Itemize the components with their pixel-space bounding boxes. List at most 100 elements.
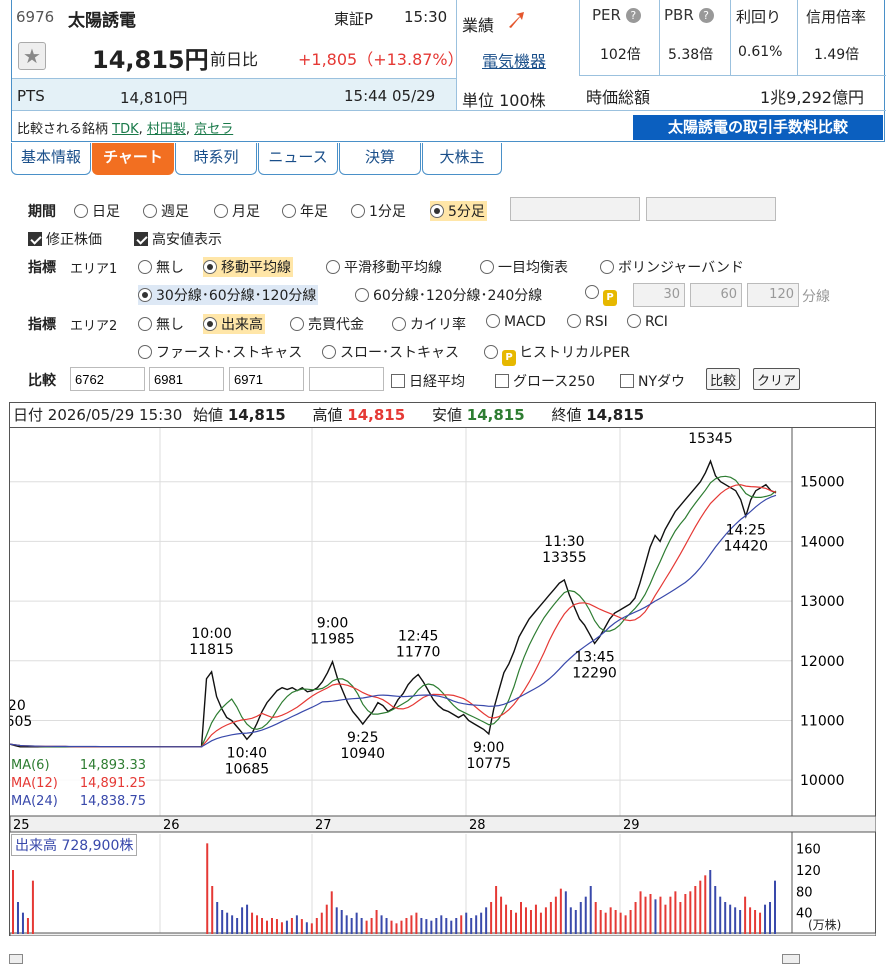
compare-code-1[interactable] — [70, 367, 145, 391]
scroll-left-handle[interactable] — [9, 954, 23, 964]
premium-lock-icon: P — [603, 290, 617, 306]
help-icon[interactable]: ? — [625, 8, 641, 23]
compare-link-tdk[interactable]: TDK — [112, 122, 138, 137]
volume-bar — [604, 912, 607, 934]
scroll-right-handle[interactable] — [782, 954, 800, 964]
volume-bar — [231, 915, 234, 934]
area1-moving-average[interactable]: 移動平均線 — [203, 257, 293, 277]
adjusted-price-checkbox[interactable]: 修正株価 — [28, 229, 102, 249]
compare-link-murata[interactable]: 村田製 — [147, 122, 186, 137]
area2-turnover[interactable]: 売買代金 — [290, 314, 364, 334]
volume-bar — [285, 920, 288, 934]
area2-rsi[interactable]: RSI — [567, 314, 608, 330]
period-weekly[interactable]: 週足 — [143, 201, 189, 221]
volume-bar — [16, 902, 19, 934]
period-range-to[interactable] — [646, 197, 776, 221]
volume-bar — [21, 912, 24, 934]
premium-lock-icon: P — [502, 350, 516, 366]
yield-label: 利回り — [736, 8, 782, 26]
tab-timeseries[interactable]: 時系列 — [175, 143, 257, 175]
tab-news[interactable]: ニュース — [258, 143, 338, 175]
volume-bar — [445, 918, 448, 934]
volume-bar — [475, 915, 478, 934]
volume-bar — [594, 902, 597, 934]
ma-custom-3[interactable]: 120 — [747, 283, 799, 307]
volume-bar — [216, 902, 219, 934]
volume-bar — [395, 923, 398, 934]
area2-volume[interactable]: 出来高 — [203, 314, 265, 334]
volume-bar — [405, 918, 408, 934]
volume-bar — [654, 899, 657, 934]
volume-bar — [266, 920, 268, 934]
volume-bar — [699, 880, 702, 934]
star-icon[interactable]: ★ — [18, 42, 46, 70]
volume-bar — [515, 912, 518, 934]
volume-legend: 出来高 728,900株 — [11, 834, 138, 856]
per-value: 102倍 — [600, 47, 641, 63]
compare-code-4[interactable] — [309, 367, 384, 391]
volume-bar — [410, 915, 413, 934]
area2-slow-stoch[interactable]: スロー･ストキャス — [322, 342, 459, 362]
volume-bar — [480, 912, 483, 934]
ma-30-60-120[interactable]: 30分線･60分線･120分線 — [138, 285, 319, 305]
period-5min[interactable]: 5分足 — [430, 201, 487, 221]
change-value: +1,805（+13.87%） — [298, 50, 464, 69]
volume-bar — [574, 910, 577, 934]
price-tick-label: 12000 — [800, 654, 845, 670]
tab-basic-info[interactable]: 基本情報 — [11, 143, 91, 175]
volume-bar — [769, 902, 772, 934]
ma-custom-1[interactable]: 30 — [633, 283, 685, 307]
volume-bar — [629, 910, 632, 934]
volume-bar — [460, 915, 463, 934]
gyoseki-label[interactable]: 業績 — [462, 12, 494, 36]
clear-button[interactable]: クリア — [753, 368, 801, 390]
area1-smoothed-ma[interactable]: 平滑移動平均線 — [326, 257, 442, 277]
volume-bar — [679, 902, 682, 934]
volume-bar — [251, 912, 254, 934]
area2-deviation[interactable]: カイリ率 — [392, 314, 466, 334]
pts-price: 14,810円 — [120, 89, 188, 107]
period-1min[interactable]: 1分足 — [351, 201, 406, 221]
area1-ichimoku[interactable]: 一目均衡表 — [480, 257, 568, 277]
area2-none[interactable]: 無し — [138, 314, 184, 334]
x-tick-label: 26 — [163, 818, 180, 833]
price-tick-label: 13000 — [800, 594, 845, 610]
hilo-display-checkbox[interactable]: 高安値表示 — [134, 229, 222, 249]
volume-bar — [539, 912, 542, 934]
commission-banner[interactable]: 太陽誘電の取引手数料比較 — [633, 115, 883, 140]
sector-link[interactable]: 電気機器 — [482, 48, 546, 72]
annotation-time: 13:45 — [574, 649, 614, 665]
volume-bar — [315, 918, 318, 934]
period-monthly[interactable]: 月足 — [214, 201, 260, 221]
volume-bar — [390, 920, 393, 934]
compare-code-3[interactable] — [229, 367, 304, 391]
period-yearly[interactable]: 年足 — [282, 201, 328, 221]
tab-earnings[interactable]: 決算 — [339, 143, 421, 175]
ma-custom-radio[interactable]: P — [585, 285, 620, 306]
compare-button[interactable]: 比較 — [706, 368, 741, 390]
area2-hist-per[interactable]: P ヒストリカルPER — [484, 342, 630, 366]
compare-link-kyocera[interactable]: 京セラ — [194, 122, 233, 137]
area1-bollinger[interactable]: ボリンジャーバンド — [600, 257, 744, 277]
help-icon[interactable]: ? — [698, 8, 714, 23]
ma-custom-2[interactable]: 60 — [690, 283, 742, 307]
area2-macd[interactable]: MACD — [486, 314, 546, 330]
tab-shareholders[interactable]: 大株主 — [422, 143, 502, 175]
area1-label: エリア1 — [70, 262, 118, 277]
period-range-from[interactable] — [510, 197, 640, 221]
area2-rci[interactable]: RCI — [627, 314, 668, 330]
area1-none[interactable]: 無し — [138, 257, 184, 277]
volume-bar — [500, 896, 503, 934]
volume-bar — [435, 918, 438, 934]
tab-chart[interactable]: チャート — [92, 143, 174, 175]
growth250-checkbox[interactable]: グロース250 — [495, 371, 595, 391]
area2-fast-stoch[interactable]: ファースト･ストキャス — [138, 342, 302, 362]
volume-bar — [375, 910, 378, 934]
nydow-checkbox[interactable]: NYダウ — [620, 371, 685, 391]
volume-bar — [739, 910, 742, 934]
annotation-time: 11:30 — [544, 534, 584, 550]
nikkei-checkbox[interactable]: 日経平均 — [391, 371, 465, 391]
compare-code-2[interactable] — [149, 367, 224, 391]
period-daily[interactable]: 日足 — [74, 201, 120, 221]
ma-60-120-240[interactable]: 60分線･120分線･240分線 — [355, 285, 542, 305]
